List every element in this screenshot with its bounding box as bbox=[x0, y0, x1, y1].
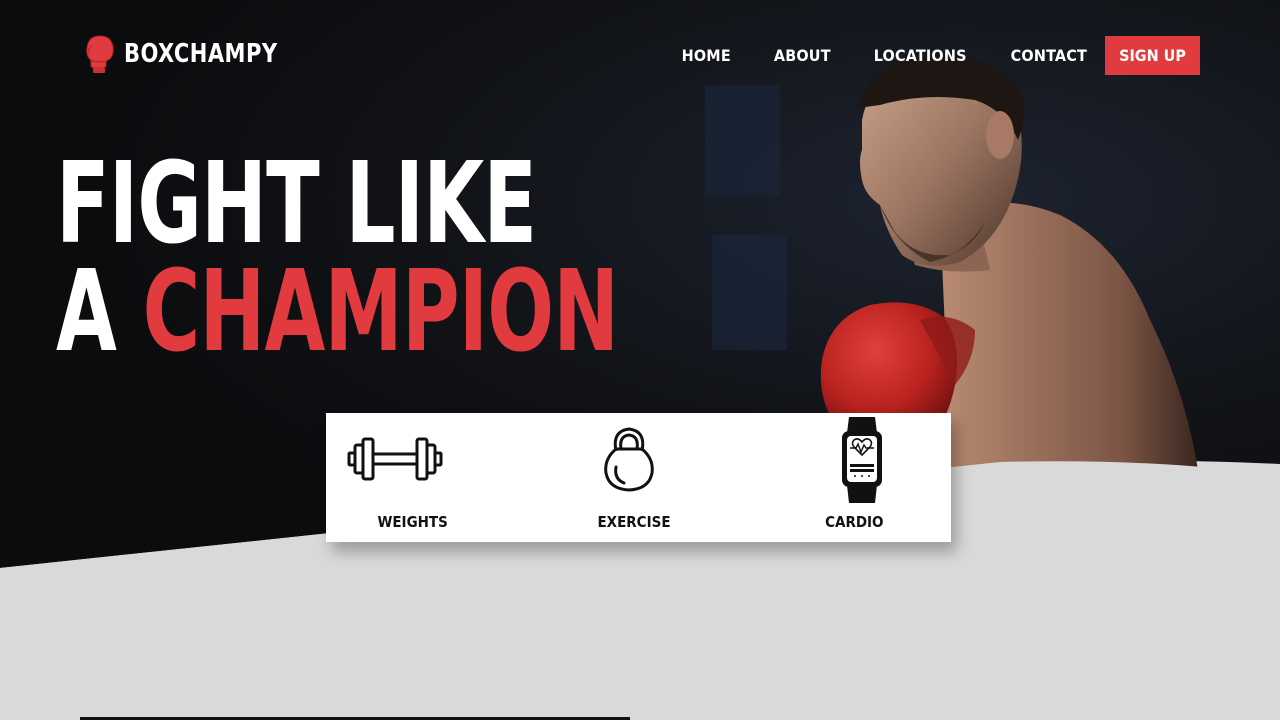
nav-home[interactable]: HOME bbox=[682, 37, 731, 75]
brand-name: BOXCHAMPY bbox=[124, 39, 278, 69]
headline-prefix: A bbox=[56, 247, 117, 377]
brand-logo[interactable]: BOXCHAMPY bbox=[84, 34, 295, 74]
feature-weights[interactable]: WEIGHTS bbox=[326, 413, 534, 542]
boxing-glove-icon bbox=[86, 35, 114, 73]
nav-about[interactable]: ABOUT bbox=[774, 37, 831, 75]
feature-label: CARDIO bbox=[825, 513, 884, 531]
smartwatch-icon bbox=[841, 417, 882, 503]
nav-contact[interactable]: CONTACT bbox=[1011, 37, 1087, 75]
dumbbell-icon bbox=[347, 437, 443, 481]
hero-headline: FIGHT LIKE A CHAMPION bbox=[56, 139, 619, 368]
kettlebell-icon bbox=[604, 427, 655, 492]
headline-accent: CHAMPION bbox=[142, 247, 619, 377]
headline-line-1: FIGHT LIKE bbox=[56, 139, 537, 269]
features-card: WEIGHTS EXERCISE CARDIO bbox=[326, 413, 951, 542]
headline-line-2: A CHAMPION bbox=[56, 256, 619, 368]
feature-label: EXERCISE bbox=[597, 513, 671, 531]
feature-label: WEIGHTS bbox=[377, 513, 448, 531]
nav-locations[interactable]: LOCATIONS bbox=[874, 37, 967, 75]
feature-cardio[interactable]: CARDIO bbox=[743, 413, 951, 542]
signup-button[interactable]: SIGN UP bbox=[1105, 36, 1200, 75]
main-nav: HOME ABOUT LOCATIONS CONTACT SIGN UP bbox=[682, 36, 1200, 75]
feature-exercise[interactable]: EXERCISE bbox=[534, 413, 742, 542]
